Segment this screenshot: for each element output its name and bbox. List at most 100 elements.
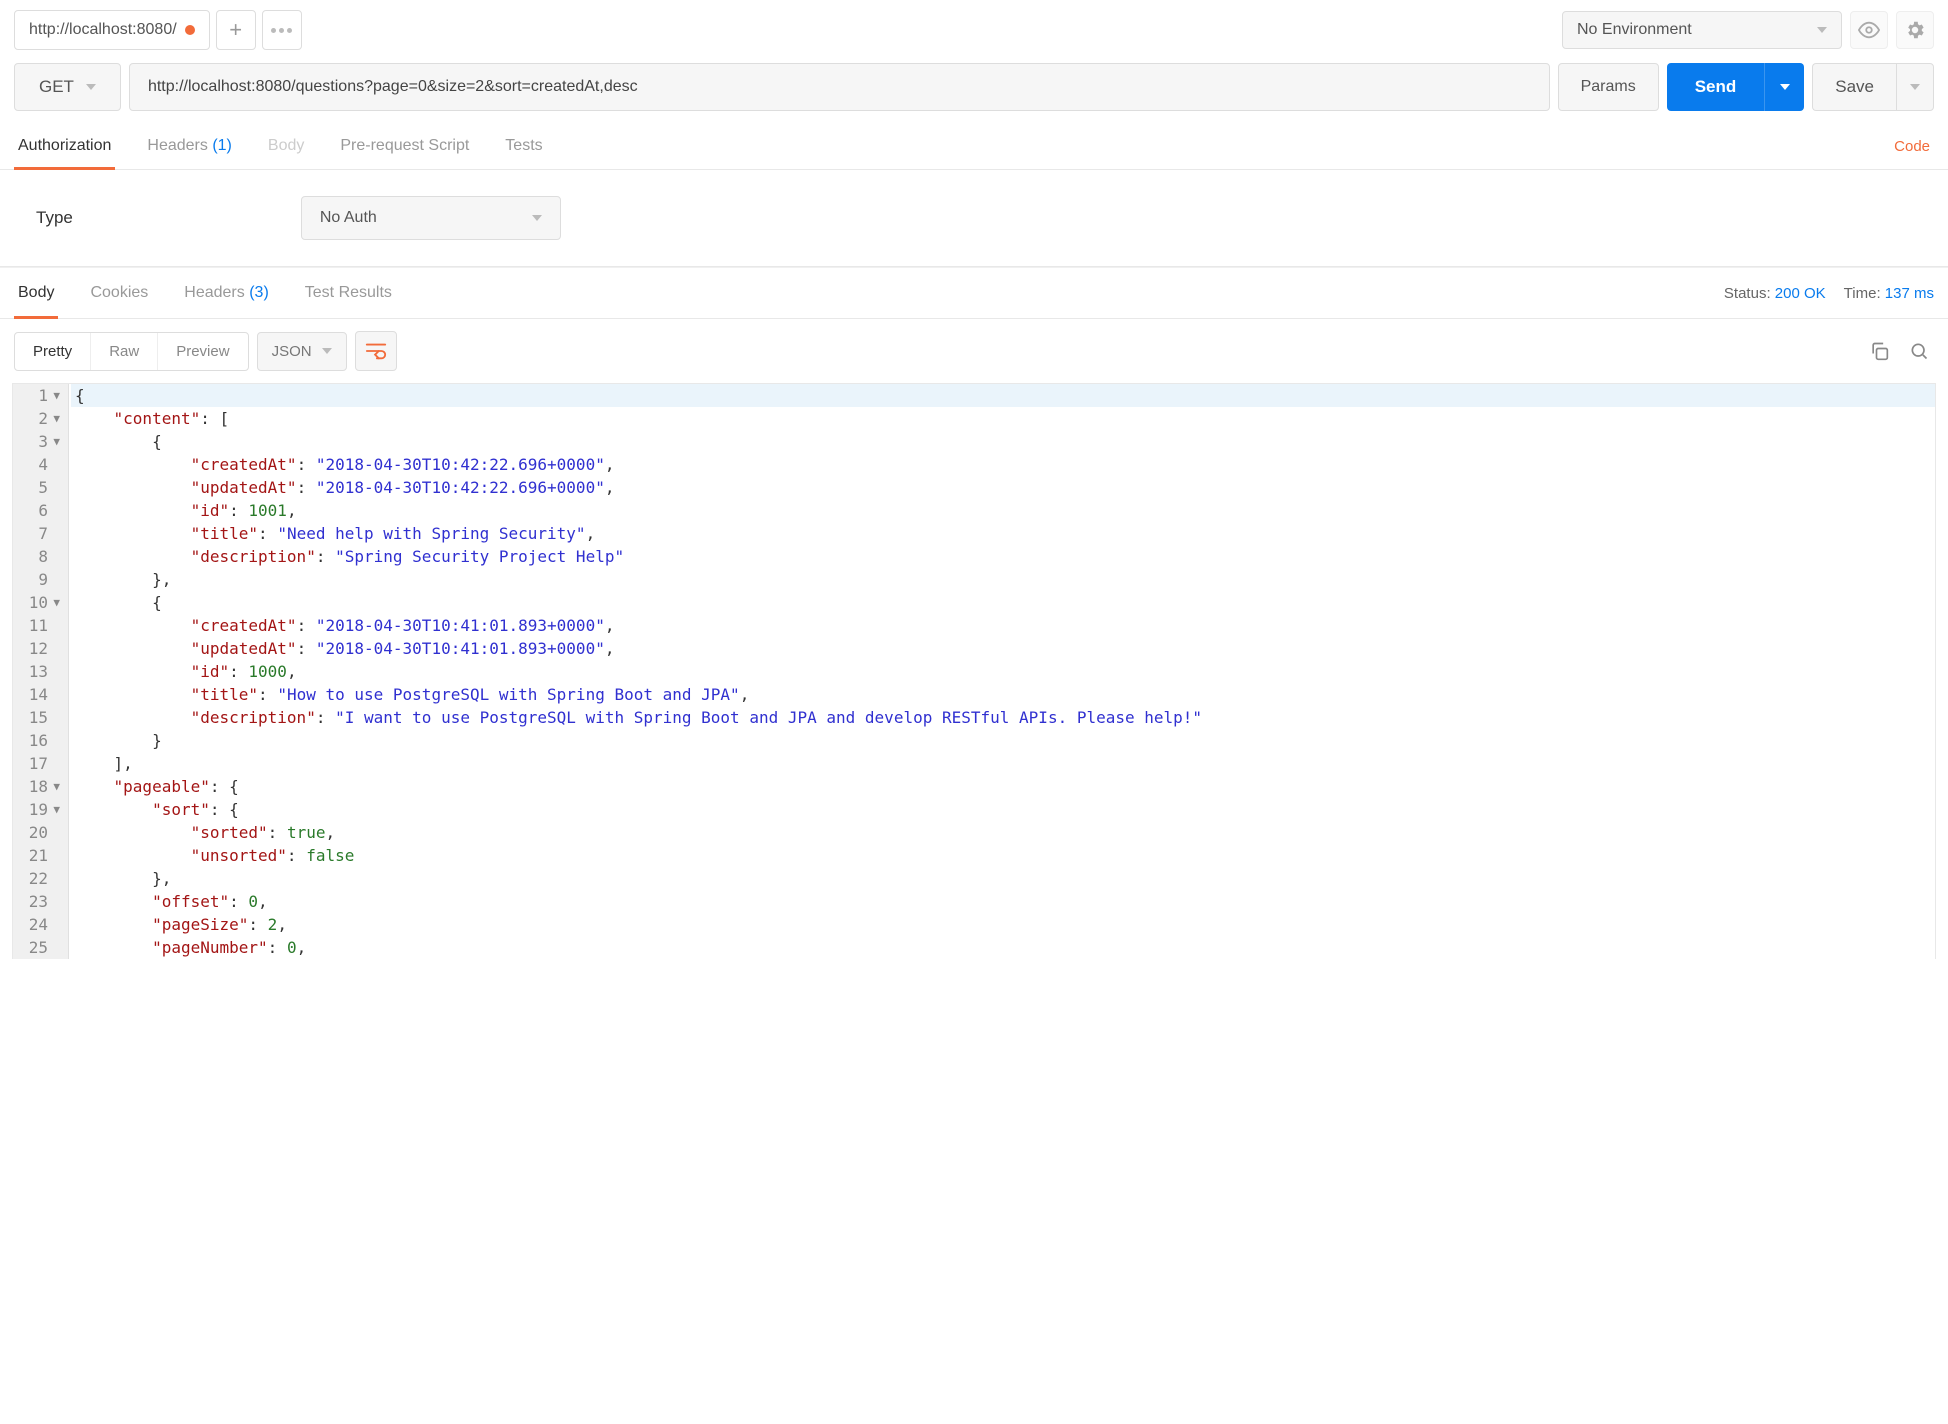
line-number: 6 xyxy=(13,499,68,522)
response-body: 1▼2▼3▼45678910▼1112131415161718▼19▼20212… xyxy=(12,383,1936,959)
code-line[interactable]: }, xyxy=(71,568,1935,591)
new-tab-button[interactable]: + xyxy=(216,10,256,50)
response-tab-body[interactable]: Body xyxy=(14,268,58,318)
status-value: 200 OK xyxy=(1775,285,1826,302)
save-button[interactable]: Save xyxy=(1812,63,1896,111)
code-line[interactable]: "title": "Need help with Spring Security… xyxy=(71,522,1935,545)
line-number: 21 xyxy=(13,844,68,867)
url-value: http://localhost:8080/questions?page=0&s… xyxy=(148,78,638,96)
code-line[interactable]: "pageSize": 2, xyxy=(71,913,1935,936)
line-number: 12 xyxy=(13,637,68,660)
tab-body[interactable]: Body xyxy=(264,123,308,169)
line-number: 25 xyxy=(13,936,68,959)
code-line[interactable]: { xyxy=(71,430,1935,453)
save-options-button[interactable] xyxy=(1896,63,1934,111)
code-line[interactable]: "pageable": { xyxy=(71,775,1935,798)
unsaved-indicator-icon xyxy=(185,25,195,35)
code-line[interactable]: "description": "Spring Security Project … xyxy=(71,545,1935,568)
url-input[interactable]: http://localhost:8080/questions?page=0&s… xyxy=(129,63,1550,111)
auth-type-select[interactable]: No Auth xyxy=(301,196,561,240)
chevron-down-icon xyxy=(1817,27,1827,33)
params-label: Params xyxy=(1581,78,1636,96)
code-line[interactable]: "id": 1001, xyxy=(71,499,1935,522)
tab-options-button[interactable] xyxy=(262,10,302,50)
request-tab-label: http://localhost:8080/ xyxy=(29,21,177,39)
code-line[interactable]: "title": "How to use PostgreSQL with Spr… xyxy=(71,683,1935,706)
copy-icon xyxy=(1869,341,1889,361)
line-number: 3▼ xyxy=(13,430,68,453)
headers-count: (1) xyxy=(212,137,232,154)
search-response-button[interactable] xyxy=(1904,336,1934,366)
response-tab-cookies[interactable]: Cookies xyxy=(86,268,152,318)
time-display: Time: 137 ms xyxy=(1844,285,1934,302)
send-options-button[interactable] xyxy=(1764,63,1804,111)
http-method-select[interactable]: GET xyxy=(14,63,121,111)
search-icon xyxy=(1909,341,1929,361)
status-display: Status: 200 OK xyxy=(1724,285,1826,302)
params-button[interactable]: Params xyxy=(1558,63,1659,111)
line-number: 8 xyxy=(13,545,68,568)
response-tab-testresults[interactable]: Test Results xyxy=(301,268,396,318)
code-line[interactable]: "sorted": true, xyxy=(71,821,1935,844)
line-number: 13 xyxy=(13,660,68,683)
gear-icon xyxy=(1904,19,1926,41)
code-line[interactable]: "updatedAt": "2018-04-30T10:42:22.696+00… xyxy=(71,476,1935,499)
code-line[interactable]: }, xyxy=(71,867,1935,890)
line-number: 24 xyxy=(13,913,68,936)
body-format-label: JSON xyxy=(272,343,312,360)
code-line[interactable]: "id": 1000, xyxy=(71,660,1935,683)
plus-icon: + xyxy=(229,17,242,43)
line-number: 11 xyxy=(13,614,68,637)
settings-button[interactable] xyxy=(1896,11,1934,49)
code-line[interactable]: { xyxy=(71,591,1935,614)
copy-response-button[interactable] xyxy=(1864,336,1894,366)
code-line[interactable]: } xyxy=(71,729,1935,752)
line-number: 1▼ xyxy=(13,384,68,407)
line-number: 9 xyxy=(13,568,68,591)
tab-authorization[interactable]: Authorization xyxy=(14,123,115,169)
send-label: Send xyxy=(1695,77,1737,96)
tab-prerequest[interactable]: Pre-request Script xyxy=(336,123,473,169)
line-number: 19▼ xyxy=(13,798,68,821)
wrap-lines-button[interactable] xyxy=(355,331,397,371)
response-headers-count: (3) xyxy=(249,284,269,301)
code-line[interactable]: "sort": { xyxy=(71,798,1935,821)
code-line[interactable]: "createdAt": "2018-04-30T10:41:01.893+00… xyxy=(71,614,1935,637)
view-pretty[interactable]: Pretty xyxy=(15,333,91,370)
code-line[interactable]: ], xyxy=(71,752,1935,775)
code-line[interactable]: "unsorted": false xyxy=(71,844,1935,867)
send-button[interactable]: Send xyxy=(1667,63,1765,111)
line-number: 5 xyxy=(13,476,68,499)
view-preview[interactable]: Preview xyxy=(158,333,247,370)
code-line[interactable]: "description": "I want to use PostgreSQL… xyxy=(71,706,1935,729)
time-value: 137 ms xyxy=(1885,285,1934,302)
line-number: 17 xyxy=(13,752,68,775)
tab-tests[interactable]: Tests xyxy=(501,123,546,169)
line-number: 23 xyxy=(13,890,68,913)
line-number: 22 xyxy=(13,867,68,890)
line-number: 18▼ xyxy=(13,775,68,798)
response-tab-headers[interactable]: Headers (3) xyxy=(180,268,273,318)
code-line[interactable]: "createdAt": "2018-04-30T10:42:22.696+00… xyxy=(71,453,1935,476)
environment-quicklook-button[interactable] xyxy=(1850,11,1888,49)
code-line[interactable]: "updatedAt": "2018-04-30T10:41:01.893+00… xyxy=(71,637,1935,660)
code-line[interactable]: "content": [ xyxy=(71,407,1935,430)
body-format-select[interactable]: JSON xyxy=(257,332,347,371)
chevron-down-icon xyxy=(1780,84,1790,90)
view-raw[interactable]: Raw xyxy=(91,333,158,370)
http-method-label: GET xyxy=(39,77,74,97)
chevron-down-icon xyxy=(322,348,332,354)
save-label: Save xyxy=(1835,77,1874,96)
line-number: 15 xyxy=(13,706,68,729)
code-line[interactable]: "offset": 0, xyxy=(71,890,1935,913)
request-tab[interactable]: http://localhost:8080/ xyxy=(14,10,210,50)
more-icon xyxy=(271,28,292,33)
environment-select[interactable]: No Environment xyxy=(1562,11,1842,49)
code-link[interactable]: Code xyxy=(1890,126,1934,167)
line-number: 7 xyxy=(13,522,68,545)
line-number: 2▼ xyxy=(13,407,68,430)
code-line[interactable]: "pageNumber": 0, xyxy=(71,936,1935,959)
tab-headers[interactable]: Headers (1) xyxy=(143,123,236,169)
chevron-down-icon xyxy=(1910,84,1920,90)
code-line[interactable]: { xyxy=(71,384,1935,407)
